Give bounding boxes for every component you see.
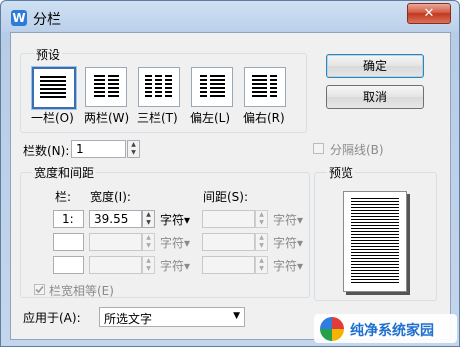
spacing-unit-dropdown[interactable]: 字符▾	[273, 211, 303, 228]
equal-width-label: 栏宽相等(E)	[49, 284, 114, 298]
columns-count-input[interactable]: 1	[71, 140, 126, 158]
apply-to-value: 所选文字	[104, 312, 153, 326]
watermark-text: 纯净系统家园	[350, 323, 434, 339]
width-unit-dropdown[interactable]: 字符▾	[160, 257, 190, 274]
preset-right-label: 偏右(R)	[243, 111, 285, 125]
spacing-input[interactable]	[202, 233, 255, 251]
width-header: 宽度(I):	[90, 190, 131, 204]
spin-down-icon: ▼	[131, 149, 136, 156]
preset-three-columns-label: 三栏(T)	[137, 111, 178, 125]
preview-page	[343, 191, 407, 292]
title-bar: W 分栏 ✕	[1, 1, 459, 32]
columns-count-spinner[interactable]: ▲ ▼	[127, 140, 140, 158]
width-spinner[interactable]: ▲ ▼	[142, 210, 155, 228]
preset-one-column[interactable]	[31, 66, 77, 110]
spin-down-icon: ▼	[259, 242, 264, 249]
column-number-field: 1:	[53, 210, 84, 228]
ok-button[interactable]: 确定	[326, 54, 424, 78]
spin-down-icon: ▼	[259, 265, 264, 272]
preset-right[interactable]	[244, 67, 286, 107]
spacing-unit-dropdown[interactable]: 字符▾	[273, 234, 303, 251]
spin-up-icon: ▲	[259, 211, 264, 218]
three-columns-icon	[145, 75, 172, 97]
spacing-spinner[interactable]: ▲ ▼	[255, 233, 268, 251]
chevron-down-icon: ▼	[233, 311, 240, 321]
width-input[interactable]	[89, 256, 142, 274]
spacing-spinner[interactable]: ▲ ▼	[255, 256, 268, 274]
equal-width-checkbox[interactable]	[34, 284, 45, 295]
width-spinner[interactable]: ▲ ▼	[142, 256, 155, 274]
spin-up-icon: ▲	[146, 257, 151, 264]
one-column-icon	[40, 76, 66, 98]
window-title: 分栏	[33, 12, 61, 28]
spin-up-icon: ▲	[146, 234, 151, 241]
spin-up-icon: ▲	[146, 211, 151, 218]
columns-count-label: 栏数(N):	[23, 144, 70, 158]
app-icon: W	[11, 10, 27, 26]
spin-down-icon: ▼	[146, 219, 151, 226]
checkmark-icon	[35, 285, 44, 294]
preset-left[interactable]	[191, 67, 233, 107]
column-dialog: W 分栏 ✕ 预设 一栏(O) 两栏(W) 三栏(T) 偏左(L) 偏右(R) …	[0, 0, 460, 347]
presets-group-label: 预设	[34, 46, 63, 63]
spin-up-icon: ▲	[259, 257, 264, 264]
separator-checkbox[interactable]	[313, 143, 324, 154]
spin-down-icon: ▼	[146, 242, 151, 249]
close-button[interactable]: ✕	[407, 3, 451, 24]
cancel-button[interactable]: 取消	[326, 85, 424, 109]
spacing-header: 间距(S):	[203, 190, 249, 204]
apply-to-dropdown[interactable]: 所选文字 ▼	[99, 307, 245, 327]
spacing-input[interactable]	[202, 210, 255, 228]
preset-two-columns-label: 两栏(W)	[84, 111, 130, 125]
separator-label: 分隔线(B)	[330, 143, 384, 157]
preset-two-columns[interactable]	[85, 67, 127, 107]
preset-one-column-label: 一栏(O)	[31, 111, 74, 125]
preset-left-label: 偏左(L)	[190, 111, 231, 125]
width-input[interactable]: 39.55	[89, 210, 142, 228]
width-spacing-group-label: 宽度和间距	[32, 164, 97, 181]
column-header: 栏:	[55, 190, 72, 204]
spin-down-icon: ▼	[259, 219, 264, 226]
spacing-spinner[interactable]: ▲ ▼	[255, 210, 268, 228]
spin-down-icon: ▼	[146, 265, 151, 272]
watermark: 纯净系统家园	[314, 314, 457, 343]
column-number-field	[53, 233, 84, 251]
right-column-icon	[252, 75, 277, 97]
close-icon: ✕	[423, 6, 435, 21]
width-spinner[interactable]: ▲ ▼	[142, 233, 155, 251]
watermark-logo-icon	[320, 317, 344, 341]
apply-to-label: 应用于(A):	[23, 311, 81, 325]
two-columns-icon	[94, 75, 119, 97]
spin-up-icon: ▲	[259, 234, 264, 241]
spacing-unit-dropdown[interactable]: 字符▾	[273, 257, 303, 274]
spin-up-icon: ▲	[131, 141, 136, 148]
preview-group-label: 预览	[327, 164, 356, 181]
column-number-field	[53, 256, 84, 274]
width-input[interactable]	[89, 233, 142, 251]
width-unit-dropdown[interactable]: 字符▾	[160, 234, 190, 251]
preset-three-columns[interactable]	[138, 67, 180, 107]
left-column-icon	[200, 75, 225, 97]
spacing-input[interactable]	[202, 256, 255, 274]
width-unit-dropdown[interactable]: 字符▾	[160, 211, 190, 228]
